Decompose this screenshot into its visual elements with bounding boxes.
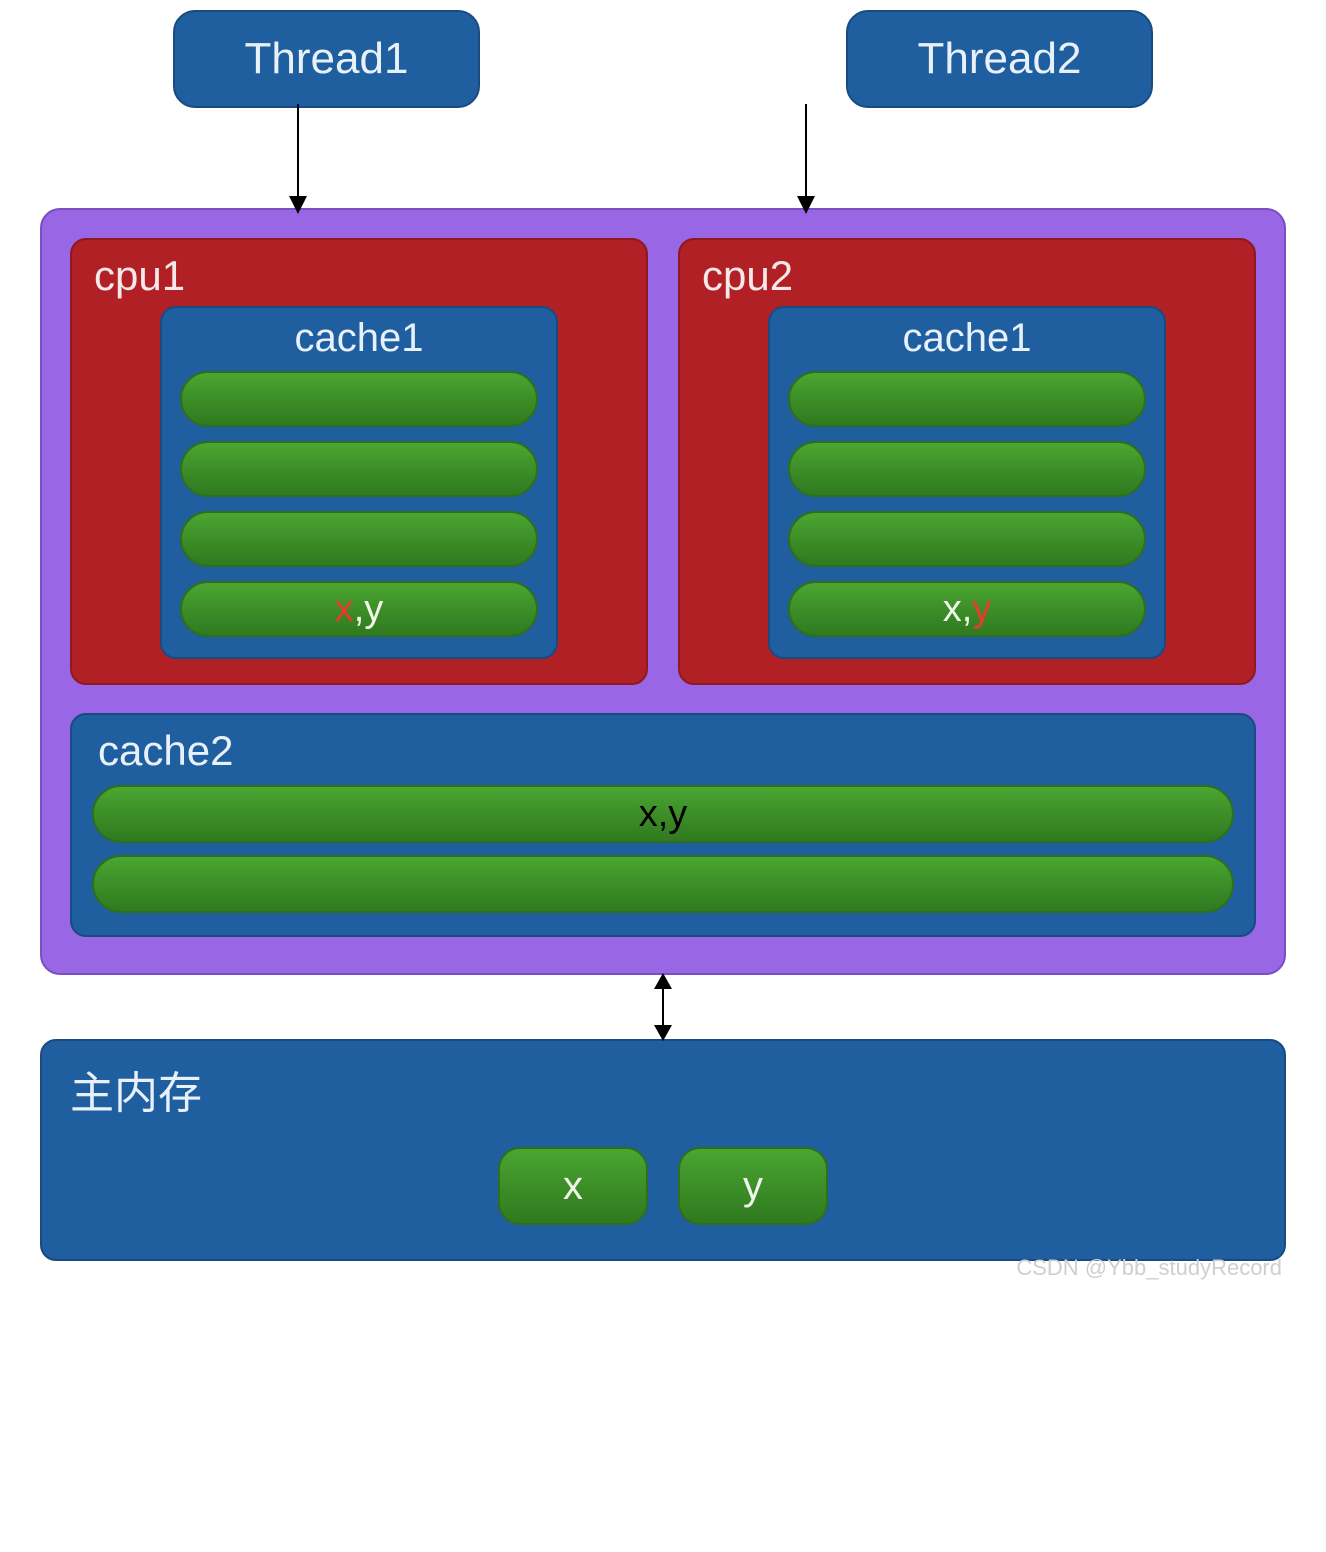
cache-line bbox=[180, 511, 538, 567]
arrow-thread2-to-cpu2 bbox=[805, 104, 807, 212]
thread-to-cpu-arrows bbox=[40, 108, 1286, 208]
cache-line bbox=[180, 371, 538, 427]
cache2-lines: x,y bbox=[92, 785, 1234, 913]
cpu1-cache-lines: x,y bbox=[180, 371, 538, 637]
cpu1-var-y: y bbox=[364, 588, 383, 631]
cpu2-cache1-label: cache1 bbox=[788, 316, 1146, 361]
cache2-line-xy: x,y bbox=[92, 785, 1234, 843]
thread-row: Thread1 Thread2 bbox=[40, 10, 1286, 108]
cache2-label: cache2 bbox=[92, 727, 1234, 775]
cache-memory-arrow-row bbox=[40, 975, 1286, 1039]
separator: , bbox=[962, 588, 973, 631]
cpus-row: cpu1 cache1 x,y cpu2 cache1 bbox=[70, 238, 1256, 685]
memory-var-x: x bbox=[498, 1147, 648, 1225]
thread1-box: Thread1 bbox=[173, 10, 481, 108]
thread2-box: Thread2 bbox=[846, 10, 1154, 108]
cpu2-var-x: x bbox=[943, 588, 962, 631]
cache-line bbox=[92, 855, 1234, 913]
arrow-thread1-to-cpu1 bbox=[297, 104, 299, 212]
cpu1-cache1-box: cache1 x,y bbox=[160, 306, 558, 659]
separator: , bbox=[354, 588, 365, 631]
cache-line bbox=[788, 441, 1146, 497]
cpu2-box: cpu2 cache1 x,y bbox=[678, 238, 1256, 685]
memory-var-y: y bbox=[678, 1147, 828, 1225]
cpu2-cache-lines: x,y bbox=[788, 371, 1146, 637]
memory-vars: x y bbox=[64, 1147, 1262, 1225]
main-memory-box: 主内存 x y bbox=[40, 1039, 1286, 1261]
cache-line bbox=[788, 511, 1146, 567]
cpu2-var-y: y bbox=[972, 588, 991, 631]
cpu2-label: cpu2 bbox=[698, 252, 1236, 300]
cache-line bbox=[788, 371, 1146, 427]
cache2-box: cache2 x,y bbox=[70, 713, 1256, 937]
main-memory-label: 主内存 bbox=[64, 1057, 1262, 1121]
cpu2-cache-line-xy: x,y bbox=[788, 581, 1146, 637]
cpu1-box: cpu1 cache1 x,y bbox=[70, 238, 648, 685]
cache-line bbox=[180, 441, 538, 497]
cpu1-cache1-label: cache1 bbox=[180, 316, 538, 361]
bidirectional-arrow-icon bbox=[662, 975, 664, 1039]
cpu-package: cpu1 cache1 x,y cpu2 cache1 bbox=[40, 208, 1286, 975]
cpu1-var-x: x bbox=[335, 588, 354, 631]
watermark: CSDN @Ybb_studyRecord bbox=[1016, 1255, 1282, 1281]
cpu2-cache1-box: cache1 x,y bbox=[768, 306, 1166, 659]
cpu1-cache-line-xy: x,y bbox=[180, 581, 538, 637]
cache2-var-xy: x,y bbox=[639, 793, 688, 836]
cpu1-label: cpu1 bbox=[90, 252, 628, 300]
